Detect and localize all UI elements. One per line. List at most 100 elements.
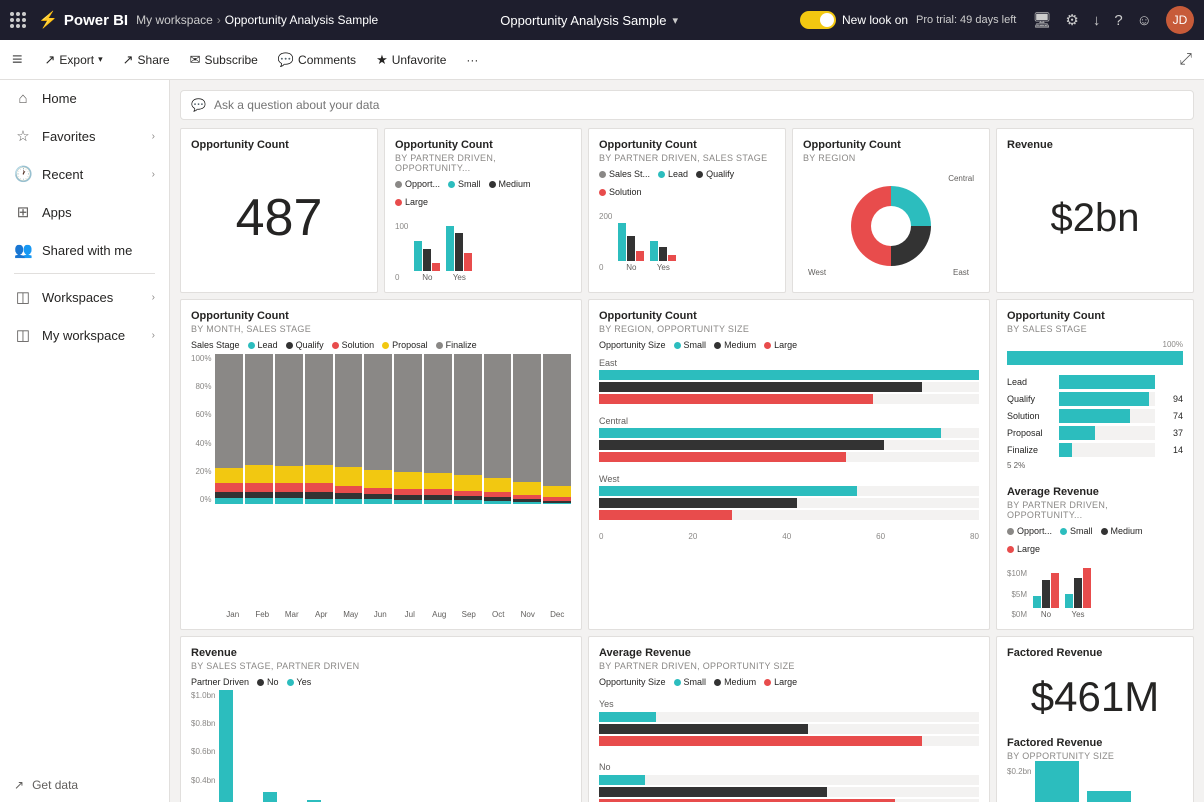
pie-chart-container: Central West East <box>803 169 979 282</box>
grid-icon[interactable] <box>10 12 26 28</box>
factored-rev-size-title: Factored Revenue <box>1007 737 1183 749</box>
stage-lead: Lead <box>1007 375 1183 389</box>
rev-bar-solution: Solution <box>307 690 337 802</box>
legend-opport: Opport... <box>395 179 440 189</box>
stage-proposal: Proposal 37 <box>1007 426 1183 440</box>
sidebar-separator <box>14 273 155 274</box>
card-opp-month[interactable]: Opportunity Count BY MONTH, SALES STAGE … <box>180 299 582 630</box>
avg-revenue-chart: $10M$5M$0M No <box>1007 558 1183 619</box>
factored-rev-size-subtitle: BY OPPORTUNITY SIZE <box>1007 751 1183 761</box>
avg-rev-size-legend: Opportunity Size Small Medium Large <box>599 677 979 687</box>
user-avatar[interactable]: JD <box>1166 6 1194 34</box>
hbar-west-small <box>599 486 857 496</box>
hbar-central-small <box>599 428 941 438</box>
qa-input[interactable] <box>214 98 1183 112</box>
card-opp-stage[interactable]: Opportunity Count BY PARTNER DRIVEN, SAL… <box>588 128 786 293</box>
card-opp-count[interactable]: Opportunity Count 487 <box>180 128 378 293</box>
toggle-pill[interactable] <box>800 11 836 29</box>
more-button[interactable]: ··· <box>456 40 488 80</box>
chevron-down-icon[interactable]: ▾ <box>672 14 678 27</box>
sidebar-item-home[interactable]: ⌂ Home <box>0 80 169 117</box>
avg-rev-no-group: No <box>599 762 979 802</box>
avg-rev-yes-large-bg <box>599 736 979 746</box>
expand-icon[interactable]: ⤢ <box>1179 51 1192 69</box>
get-data-icon: ↗ <box>14 778 24 792</box>
sidebar: ⌂ Home ☆ Favorites › 🕐 Recent › ⊞ Apps 👥… <box>0 80 170 802</box>
emoji-icon[interactable]: ☺ <box>1137 12 1152 29</box>
y-axis: 1000 <box>395 222 410 282</box>
factored-rev-y-axis: $0.2bn$0.0bn <box>1007 767 1033 802</box>
hbar-east-label: East <box>599 358 979 368</box>
comments-button[interactable]: 💬 Comments <box>268 40 366 80</box>
stacked-bars <box>215 354 571 504</box>
card-opp-partner[interactable]: Opportunity Count BY PARTNER DRIVEN, OPP… <box>384 128 582 293</box>
subscribe-icon: ✉ <box>190 52 201 68</box>
card-opp-month-subtitle: BY MONTH, SALES STAGE <box>191 324 571 334</box>
sidebar-item-recent[interactable]: 🕐 Recent › <box>0 155 169 193</box>
avg-revenue-subtitle: BY PARTNER DRIVEN, OPPORTUNITY... <box>1007 500 1183 520</box>
factored-large-bar <box>1035 761 1079 802</box>
powerbi-icon: ⚡ <box>38 10 58 30</box>
stage-solution: Solution 74 <box>1007 409 1183 423</box>
card-opp-month-title: Opportunity Count <box>191 310 571 322</box>
y-axis-month: 100%80%60%40%20%0% <box>191 354 213 504</box>
card-rev-sales-stage[interactable]: Revenue BY SALES STAGE, PARTNER DRIVEN P… <box>180 636 582 802</box>
share-icon: ↗ <box>123 52 134 68</box>
sidebar-item-apps[interactable]: ⊞ Apps <box>0 193 169 231</box>
monitor-icon[interactable]: 🖥 <box>1032 11 1051 29</box>
pie-chart <box>846 181 936 271</box>
stage-lead-bar <box>1059 375 1155 389</box>
bars-yes <box>446 211 472 271</box>
month-mar: Mar <box>278 610 306 619</box>
canvas: 💬 Opportunity Count 487 Opportunity Coun… <box>170 80 1204 802</box>
toolbar-actions: ↗ Export ▾ ↗ Share ✉ Subscribe 💬 Comment… <box>35 40 489 80</box>
sidebar-item-workspaces[interactable]: ◫ Workspaces › <box>0 278 169 316</box>
bar-group-no: No <box>414 211 440 282</box>
new-look-toggle[interactable]: New look on <box>800 11 908 29</box>
card-opp-sales-stage[interactable]: Opportunity Count BY SALES STAGE 100% Le… <box>996 299 1194 630</box>
help-icon[interactable]: ? <box>1114 12 1122 29</box>
hamburger-icon[interactable]: ≡ <box>12 49 23 70</box>
month-nov: Nov <box>514 610 542 619</box>
bar-jan <box>215 354 243 504</box>
hbar-central-medium <box>599 440 884 450</box>
download-icon[interactable]: ↓ <box>1093 12 1101 29</box>
hbar-central-large <box>599 452 846 462</box>
myworkspace-arrow: › <box>152 330 155 341</box>
sidebar-item-shared[interactable]: 👥 Shared with me <box>0 231 169 269</box>
app-name: Power BI <box>64 12 128 29</box>
card-avg-rev-size[interactable]: Average Revenue BY PARTNER DRIVEN, OPPOR… <box>588 636 990 802</box>
app-logo[interactable]: ⚡ Power BI <box>38 10 128 30</box>
x-axis-months: Jan Feb Mar Apr May Jun Jul Aug Sep Oct … <box>191 610 571 619</box>
region-label-central: Central <box>948 174 974 183</box>
bar-yes-medium <box>455 233 463 271</box>
sidebar-item-favorites[interactable]: ☆ Favorites › <box>0 117 169 155</box>
settings-icon[interactable]: ⚙ <box>1065 11 1078 29</box>
card-factored-rev[interactable]: Factored Revenue $461M Factored Revenue … <box>996 636 1194 802</box>
unfavorite-button[interactable]: ★ Unfavorite <box>366 40 456 80</box>
x-label-yes: Yes <box>453 273 466 282</box>
card-opp-region[interactable]: Opportunity Count BY REGION Central West <box>792 128 990 293</box>
stage-solution-val: 74 <box>1159 411 1183 421</box>
avg-rev-yes: Yes <box>1065 558 1091 619</box>
month-dec: Dec <box>544 610 572 619</box>
share-button[interactable]: ↗ Share <box>113 40 180 80</box>
breadcrumb-separator: › <box>217 13 221 27</box>
qa-bar[interactable]: 💬 <box>180 90 1194 120</box>
stage-proposal-val: 37 <box>1159 428 1183 438</box>
shared-icon: 👥 <box>14 241 32 259</box>
get-data-button[interactable]: ↗ Get data <box>0 768 169 802</box>
card-opp-region-subtitle: BY REGION <box>803 153 979 163</box>
export-button[interactable]: ↗ Export ▾ <box>35 40 113 80</box>
sidebar-item-myworkspace[interactable]: ◫ My workspace › <box>0 316 169 354</box>
hbar-x-axis: 020406080 <box>599 532 979 541</box>
card-opp-region-size[interactable]: Opportunity Count BY REGION, OPPORTUNITY… <box>588 299 990 630</box>
factored-rev-value: $461M <box>1007 661 1183 733</box>
avg-rev-yes-group: Yes <box>599 699 979 746</box>
hbar-central-bars <box>599 428 979 462</box>
stage-finalize: Finalize 14 <box>1007 443 1183 457</box>
stage-finalize-bar <box>1059 443 1072 457</box>
subscribe-button[interactable]: ✉ Subscribe <box>180 40 268 80</box>
workspace-link[interactable]: My workspace <box>136 13 213 27</box>
card-revenue[interactable]: Revenue $2bn <box>996 128 1194 293</box>
